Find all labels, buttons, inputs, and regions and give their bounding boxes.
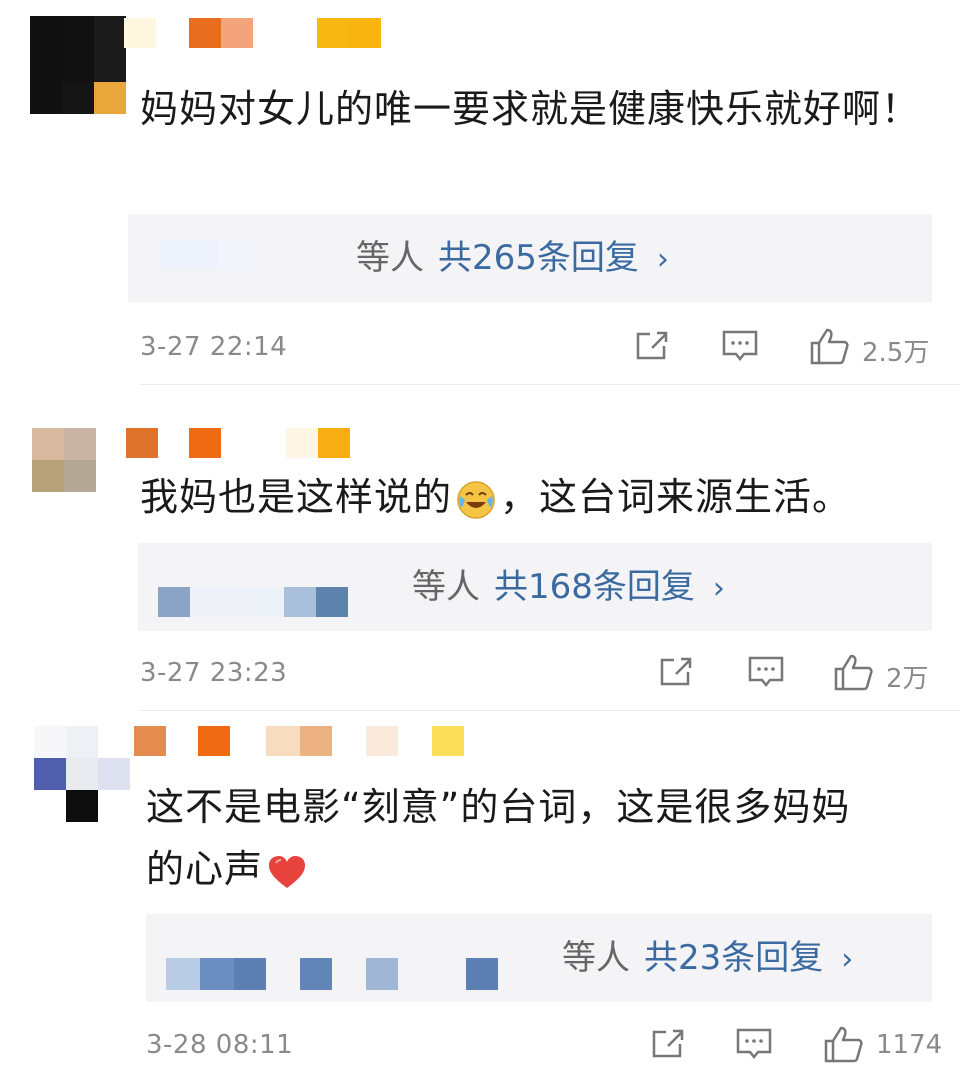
reply-count-link[interactable]: 共23条回复 <box>644 938 823 978</box>
red-heart-emoji <box>269 855 306 888</box>
comment-item: 这不是电影“刻意”的台词，这是很多妈妈 的心声 等人 共23条回复 › 3-28 08… <box>0 0 960 1092</box>
reply-users-mosaic <box>146 914 546 1002</box>
reply-summary[interactable]: 等人 共23条回复 › <box>146 914 932 1002</box>
like-count: 1174 <box>876 1030 943 1060</box>
share-icon[interactable] <box>648 1026 688 1062</box>
comment-icon[interactable] <box>734 1026 774 1062</box>
avatar[interactable] <box>34 726 134 826</box>
chevron-right-icon: › <box>841 942 854 977</box>
username-mosaic[interactable] <box>134 726 474 756</box>
comment-time: 3-28 08:11 <box>146 1030 294 1060</box>
reply-users-suffix: 等人 <box>562 938 630 978</box>
thumbs-up-icon[interactable] <box>822 1024 866 1064</box>
comment-text: 这不是电影“刻意”的台词，这是很多妈妈 的心声 <box>146 785 851 891</box>
